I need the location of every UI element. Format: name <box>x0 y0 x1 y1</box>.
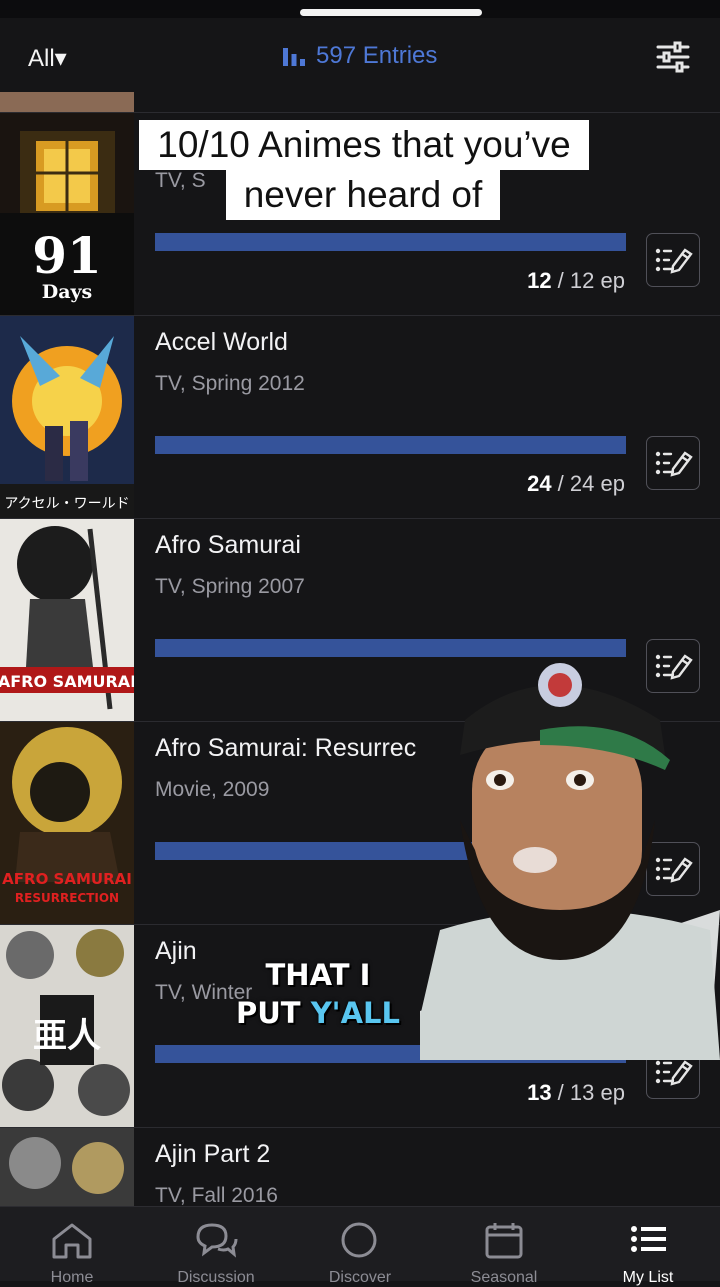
edit-list-icon <box>655 248 693 274</box>
entries-label: 597 Entries <box>316 42 438 69</box>
poster-title-text: 亜人 <box>33 1016 101 1056</box>
poster-image <box>0 1128 134 1206</box>
poster-title-text: AFRO SAMURAI <box>0 672 134 691</box>
edit-entry-button[interactable] <box>646 436 700 490</box>
poster-title-text: 91 <box>32 226 102 285</box>
poster-image: 91 Days <box>0 113 134 315</box>
anime-title[interactable]: Ajin <box>155 937 197 966</box>
tab-label: Home <box>50 1269 94 1286</box>
chat-bubbles-icon <box>196 1223 238 1258</box>
stats-icon <box>283 48 305 66</box>
episode-count: 12 / 12 ep <box>527 268 625 293</box>
list-row[interactable]: アクセル・ワールド Accel World TV, Spring 2012 24… <box>0 315 720 518</box>
episode-count: 13 / 13 ep <box>527 1080 625 1105</box>
poster-image <box>0 92 134 113</box>
progress-bar <box>155 233 626 251</box>
poster-image: アクセル・ワールド <box>0 316 134 518</box>
list-row[interactable]: Ajin Part 2 TV, Fall 2016 <box>0 1127 720 1206</box>
list-row-partial[interactable] <box>0 92 720 113</box>
anime-title[interactable]: Ajin Part 2 <box>155 1140 270 1169</box>
anime-meta: TV, S <box>155 169 206 192</box>
tab-discover[interactable]: Discover <box>288 1207 432 1286</box>
anime-meta: Movie, 2009 <box>155 778 270 801</box>
progress-bar <box>155 639 626 657</box>
edit-entry-button[interactable] <box>646 233 700 287</box>
progress-bar <box>155 436 626 454</box>
poster-image: AFRO SAMURAI <box>0 519 134 721</box>
poster-title-text: アクセル・ワールド <box>4 496 129 512</box>
tab-label: My List <box>622 1269 674 1286</box>
drag-handle[interactable] <box>300 9 482 16</box>
subtitle-line-2: PUT Y'ALL <box>236 996 400 1030</box>
tab-label: Discover <box>328 1269 392 1286</box>
video-subtitle: THAT I PUT Y'ALL <box>236 956 400 1032</box>
episode-count: 24 / 24 ep <box>527 471 625 496</box>
poster-subtitle-text: Days <box>42 281 93 303</box>
poster-subtitle-text: RESURRECTION <box>15 891 119 905</box>
anime-meta: TV, Spring 2007 <box>155 575 305 598</box>
tab-home[interactable]: Home <box>0 1207 144 1286</box>
tab-label: Discussion <box>177 1269 255 1286</box>
edit-list-icon <box>655 451 693 477</box>
anime-title[interactable]: Afro Samurai <box>155 531 301 560</box>
anime-meta: TV, Spring 2012 <box>155 372 305 395</box>
list-icon <box>631 1226 666 1252</box>
anime-title[interactable]: Afro Samurai: Resurrec <box>155 734 416 763</box>
tab-label: Seasonal <box>470 1269 538 1286</box>
poster-image: 亜人 <box>0 925 134 1127</box>
poster-title-text: AFRO SAMURAI <box>2 870 132 888</box>
caption-line-1: 10/10 Animes that you’ve <box>139 120 589 170</box>
sliders-icon[interactable] <box>656 40 690 74</box>
home-icon <box>52 1223 92 1259</box>
calendar-icon <box>485 1223 523 1259</box>
status-filter-dropdown[interactable]: All▾ <box>28 44 67 73</box>
anime-meta: TV, Fall 2016 <box>155 1184 278 1206</box>
bottom-tab-bar: Home Discussion Discover Seasonal My Lis… <box>0 1206 720 1286</box>
poster-image: AFRO SAMURAI RESURRECTION <box>0 722 134 924</box>
tab-discussion[interactable]: Discussion <box>144 1207 288 1286</box>
entries-count[interactable]: 597 Entries <box>282 42 437 70</box>
tab-seasonal[interactable]: Seasonal <box>432 1207 576 1286</box>
tab-my-list[interactable]: My List <box>576 1207 720 1286</box>
anime-title[interactable]: Accel World <box>155 328 288 357</box>
list-header: All▾ 597 Entries <box>0 18 720 92</box>
caption-line-2: never heard of <box>225 170 501 220</box>
search-icon <box>341 1222 377 1258</box>
subtitle-line-1: THAT I <box>265 958 371 992</box>
creator-video-overlay <box>420 663 720 1060</box>
